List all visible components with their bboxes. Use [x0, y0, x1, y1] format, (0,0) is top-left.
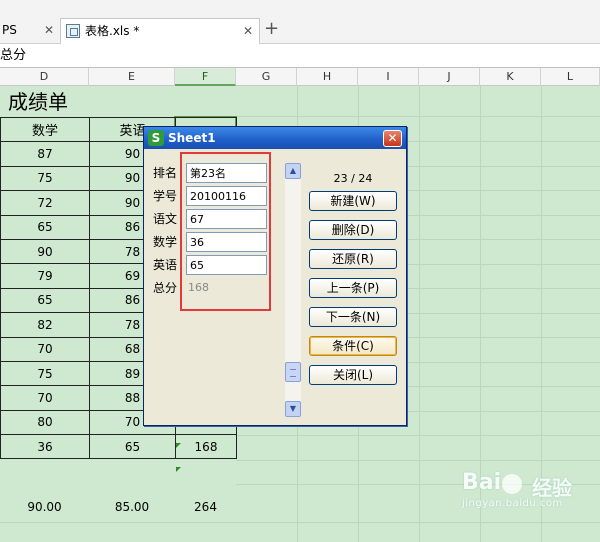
- highlight-box: [180, 152, 271, 311]
- average-cell[interactable]: 90.00: [0, 500, 89, 514]
- spreadsheet-file-icon: [66, 24, 80, 38]
- sheet-title[interactable]: 成绩单: [8, 88, 68, 116]
- record-counter: 23 / 24: [333, 172, 373, 185]
- table-cell[interactable]: 90: [0, 238, 90, 265]
- close-icon[interactable]: ✕: [243, 19, 253, 43]
- column-header-e[interactable]: E: [89, 68, 175, 86]
- field-label-total: 总分: [153, 281, 178, 295]
- table-cell[interactable]: 65: [0, 214, 90, 240]
- watermark-brand-cn: 经验: [532, 476, 572, 500]
- tab-bar: PS ✕ 表格.xls * ✕ +: [0, 0, 600, 44]
- column-header-d[interactable]: D: [0, 68, 89, 86]
- column-header-h[interactable]: H: [297, 68, 358, 86]
- delete-record-button[interactable]: 删除(D): [309, 220, 397, 240]
- record-form-dialog: S Sheet1 ✕ 排名 学号 语文 数学 英语 总分 168 ▲ ▼ 23 …: [143, 126, 407, 426]
- table-cell[interactable]: 168: [175, 434, 237, 460]
- add-tab-icon[interactable]: +: [264, 18, 279, 40]
- average-cell[interactable]: 85.00: [89, 500, 175, 514]
- header-cell-math[interactable]: 数学: [0, 116, 90, 143]
- formula-indicator-icon: [176, 467, 181, 472]
- column-header-f[interactable]: F: [175, 68, 236, 86]
- column-header-j[interactable]: J: [419, 68, 480, 86]
- watermark: Bai 经验 jingyan.baidu.com: [462, 470, 592, 514]
- record-scrollbar[interactable]: ▲ ▼: [285, 163, 301, 417]
- table-cell[interactable]: 65: [89, 434, 176, 460]
- average-row: 90.00 85.00 264: [0, 500, 240, 522]
- field-label-english: 英语: [153, 258, 178, 272]
- spreadsheet-app-icon: S: [148, 130, 164, 146]
- column-headers: D E F G H I J K L: [0, 68, 600, 86]
- table-cell[interactable]: 79: [0, 263, 90, 289]
- table-cell[interactable]: 36: [0, 434, 90, 460]
- column-header-k[interactable]: K: [480, 68, 541, 86]
- table-cell[interactable]: 70: [0, 385, 90, 411]
- tab-label: 表格.xls *: [85, 24, 140, 38]
- table-cell[interactable]: 80: [0, 409, 90, 436]
- watermark-url: jingyan.baidu.com: [462, 498, 563, 509]
- table-cell[interactable]: 82: [0, 312, 90, 338]
- field-label-student-id: 学号: [153, 189, 178, 203]
- next-record-button[interactable]: 下一条(N): [309, 307, 397, 327]
- table-cell[interactable]: 72: [0, 190, 90, 216]
- scrollbar-thumb[interactable]: [285, 362, 301, 382]
- formula-content: 总分: [0, 48, 27, 63]
- new-record-button[interactable]: 新建(W): [309, 191, 397, 211]
- watermark-brand: Bai: [462, 470, 502, 495]
- restore-button[interactable]: 还原(R): [309, 249, 397, 269]
- paw-icon: [502, 474, 522, 494]
- field-label-chinese: 语文: [153, 212, 178, 226]
- column-header-g[interactable]: G: [236, 68, 297, 86]
- criteria-button[interactable]: 条件(C): [309, 336, 397, 356]
- field-label-math: 数学: [153, 235, 178, 249]
- tab-workbook[interactable]: 表格.xls * ✕: [60, 18, 260, 44]
- column-header-i[interactable]: I: [358, 68, 419, 86]
- field-label-rank: 排名: [153, 166, 178, 180]
- formula-indicator-icon: [176, 443, 181, 448]
- close-icon[interactable]: ✕: [44, 18, 54, 42]
- tab-label: PS: [2, 23, 17, 37]
- formula-bar[interactable]: 总分: [0, 44, 600, 68]
- table-cell[interactable]: 75: [0, 165, 90, 192]
- previous-record-button[interactable]: 上一条(P): [309, 278, 397, 298]
- table-row: 36 65 168: [0, 434, 237, 460]
- table-cell[interactable]: 65: [0, 287, 90, 314]
- chevron-down-icon[interactable]: ▼: [285, 401, 301, 417]
- column-header-l[interactable]: L: [541, 68, 600, 86]
- table-cell[interactable]: 70: [0, 336, 90, 362]
- chevron-up-icon[interactable]: ▲: [285, 163, 301, 179]
- close-icon[interactable]: ✕: [383, 130, 402, 147]
- dialog-title-bar[interactable]: S Sheet1 ✕: [144, 127, 406, 149]
- table-cell[interactable]: 87: [0, 141, 90, 167]
- average-cell[interactable]: 264: [175, 500, 236, 514]
- close-dialog-button[interactable]: 关闭(L): [309, 365, 397, 385]
- dialog-title: Sheet1: [168, 131, 216, 145]
- table-cell[interactable]: 75: [0, 360, 90, 387]
- tab-wps[interactable]: PS ✕: [0, 18, 60, 44]
